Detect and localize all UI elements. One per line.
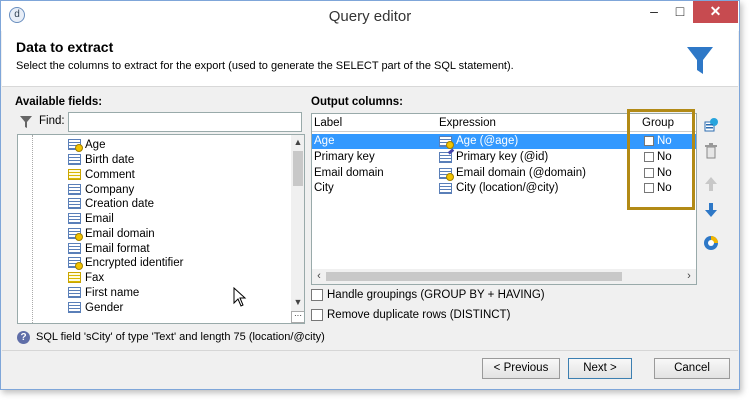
page-title: Data to extract xyxy=(16,39,114,55)
memo-field-icon xyxy=(68,272,81,283)
scroll-thumb[interactable] xyxy=(326,272,622,281)
list-item-company[interactable]: Company xyxy=(18,182,134,197)
list-item-label: Comment xyxy=(85,168,135,181)
remove-duplicates-option[interactable]: Remove duplicate rows (DISTINCT) xyxy=(311,309,510,321)
field-icon xyxy=(68,302,81,313)
field-icon xyxy=(68,154,81,165)
list-item-creation-date[interactable]: Creation date xyxy=(18,196,154,211)
field-icon xyxy=(68,243,81,254)
scroll-right-arrow-icon[interactable]: › xyxy=(682,269,696,284)
add-column-button[interactable] xyxy=(703,117,719,133)
list-item-encrypted-identifier[interactable]: Encrypted identifier xyxy=(18,255,183,270)
remove-duplicates-checkbox[interactable] xyxy=(311,309,323,321)
list-item-label: Email domain xyxy=(85,227,155,240)
list-item-email-domain[interactable]: Email domain xyxy=(18,226,155,241)
edit-field-icon xyxy=(439,151,452,163)
row-label: Primary key xyxy=(314,151,375,163)
row-label: Email domain xyxy=(314,167,384,179)
title-bar: d Query editor – □ ✕ xyxy=(1,1,739,31)
list-item-age[interactable]: Age xyxy=(18,137,105,152)
handle-groupings-checkbox[interactable] xyxy=(311,289,323,301)
row-expression: Age (@age) xyxy=(456,135,519,147)
scroll-thumb[interactable] xyxy=(293,151,303,186)
list-item-label: Gender xyxy=(85,301,124,314)
calculated-field-icon xyxy=(68,228,83,241)
row-expression: City (location/@city) xyxy=(456,182,559,194)
maximize-button[interactable]: □ xyxy=(667,1,693,23)
column-header-label[interactable]: Label xyxy=(314,117,342,129)
calculated-field-icon xyxy=(439,135,454,149)
list-item-label: Encrypted identifier xyxy=(85,256,184,269)
list-item-label: Birth date xyxy=(85,153,135,166)
list-item-first-name[interactable]: First name xyxy=(18,285,139,300)
list-item-comment[interactable]: Comment xyxy=(18,167,135,182)
minimize-button[interactable]: – xyxy=(641,1,667,23)
available-fields-title: Available fields: xyxy=(15,96,103,108)
list-item-email-format[interactable]: Email format xyxy=(18,241,150,256)
find-input[interactable] xyxy=(68,112,302,132)
scroll-up-arrow-icon[interactable]: ▲ xyxy=(291,135,304,149)
row-expression: Primary key (@id) xyxy=(456,151,549,163)
move-up-icon[interactable] xyxy=(703,176,719,192)
delete-icon[interactable] xyxy=(703,143,719,159)
field-icon xyxy=(68,184,81,195)
column-header-expression[interactable]: Expression xyxy=(439,117,496,129)
list-item-birth-date[interactable]: Birth date xyxy=(18,152,134,167)
calculated-field-icon xyxy=(439,167,454,181)
list-item-email[interactable]: Email xyxy=(18,211,114,226)
status-info: SQL field 'sCity' of type 'Text' and len… xyxy=(36,331,325,343)
scroll-left-arrow-icon[interactable]: ‹ xyxy=(312,269,326,284)
query-editor-window: d Query editor – □ ✕ Data to extract Sel… xyxy=(0,0,740,390)
remove-duplicates-label: Remove duplicate rows (DISTINCT) xyxy=(327,309,511,321)
find-filter-icon xyxy=(20,116,32,128)
help-icon: ? xyxy=(17,331,30,344)
handle-groupings-label: Handle groupings (GROUP BY + HAVING) xyxy=(327,289,545,301)
find-label: Find: xyxy=(39,115,65,127)
row-label: Age xyxy=(314,135,335,147)
list-item-gender[interactable]: Gender xyxy=(18,300,123,315)
list-item-label: Email xyxy=(85,212,114,225)
list-item-label: Age xyxy=(85,138,106,151)
header-area: Data to extract Select the columns to ex… xyxy=(2,31,738,87)
memo-field-icon xyxy=(68,169,81,180)
footer-bar: < Previous Next > Cancel xyxy=(2,350,738,389)
more-options-button[interactable]: ··· xyxy=(291,311,304,323)
available-fields-tree[interactable]: Age Birth date Comment Company Creation … xyxy=(17,134,305,324)
cancel-button[interactable]: Cancel xyxy=(654,358,730,379)
output-horizontal-scrollbar[interactable]: ‹ › xyxy=(312,269,696,284)
next-button[interactable]: Next > xyxy=(568,358,632,379)
list-item-label: First name xyxy=(85,286,140,299)
scroll-down-arrow-icon[interactable]: ▼ xyxy=(291,295,304,309)
distribution-chart-icon[interactable] xyxy=(703,235,719,251)
handle-groupings-option[interactable]: Handle groupings (GROUP BY + HAVING) xyxy=(311,289,545,301)
field-icon xyxy=(439,182,452,194)
window-title: Query editor xyxy=(328,8,412,25)
field-icon xyxy=(68,198,81,209)
list-item-label: Fax xyxy=(85,271,105,284)
field-icon xyxy=(68,287,81,298)
mouse-pointer-icon xyxy=(233,287,247,307)
field-icon xyxy=(68,213,81,224)
row-label: City xyxy=(314,182,334,194)
list-item-fax[interactable]: Fax xyxy=(18,270,104,285)
calculated-field-icon xyxy=(68,139,83,152)
row-expression: Email domain (@domain) xyxy=(456,167,586,179)
filter-funnel-icon xyxy=(687,47,713,74)
output-columns-title: Output columns: xyxy=(311,96,403,108)
group-column-highlight xyxy=(627,109,695,210)
calculated-field-icon xyxy=(68,257,83,270)
list-item-label: Email format xyxy=(85,242,150,255)
list-item-label: Company xyxy=(85,183,135,196)
close-button[interactable]: ✕ xyxy=(693,1,738,23)
move-down-icon[interactable] xyxy=(703,202,719,218)
page-description: Select the columns to extract for the ex… xyxy=(16,60,514,72)
list-item-label: Creation date xyxy=(85,197,155,210)
fields-vertical-scrollbar[interactable]: ▲ ▼ xyxy=(291,135,304,323)
previous-button[interactable]: < Previous xyxy=(482,358,560,379)
